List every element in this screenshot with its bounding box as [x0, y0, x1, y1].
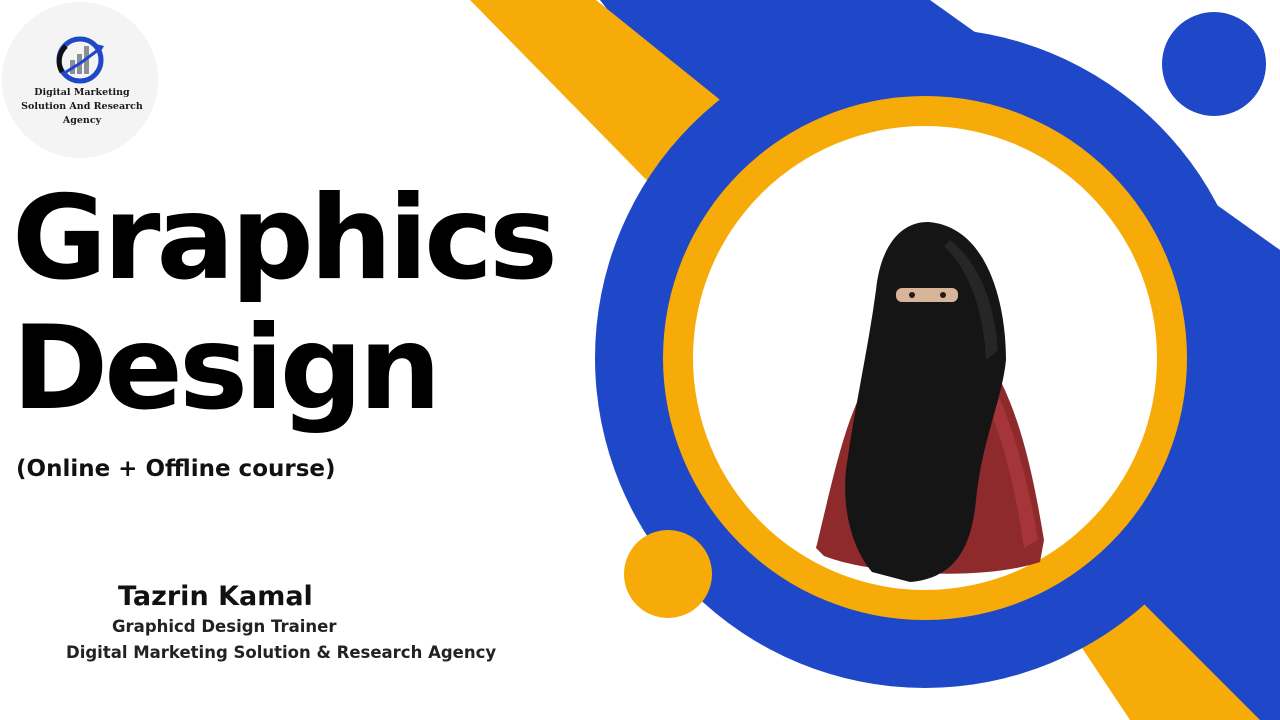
course-mode-subtitle: (Online + Offline course): [16, 456, 336, 482]
trainer-name: Tazrin Kamal: [118, 581, 313, 612]
bar-chart-growth-icon: [56, 36, 104, 84]
left-eye: [909, 292, 915, 298]
course-title-line-2: Design: [12, 301, 441, 436]
agency-logo-badge: Digital Marketing Solution And Research …: [2, 2, 158, 158]
course-title: Graphics Design: [12, 171, 558, 436]
trainer-role: Graphicd Design Trainer: [112, 617, 337, 636]
course-title-line-1: Graphics: [12, 171, 558, 306]
right-eye: [940, 292, 946, 298]
logo-text: Digital Marketing Solution And Research …: [21, 87, 143, 126]
trainer-organization: Digital Marketing Solution & Research Ag…: [66, 643, 497, 662]
orange-accent-dot: [624, 530, 712, 618]
poster-canvas: Digital Marketing Solution And Research …: [0, 0, 1280, 720]
blue-accent-dot: [1162, 12, 1266, 116]
eye-opening: [896, 288, 958, 302]
